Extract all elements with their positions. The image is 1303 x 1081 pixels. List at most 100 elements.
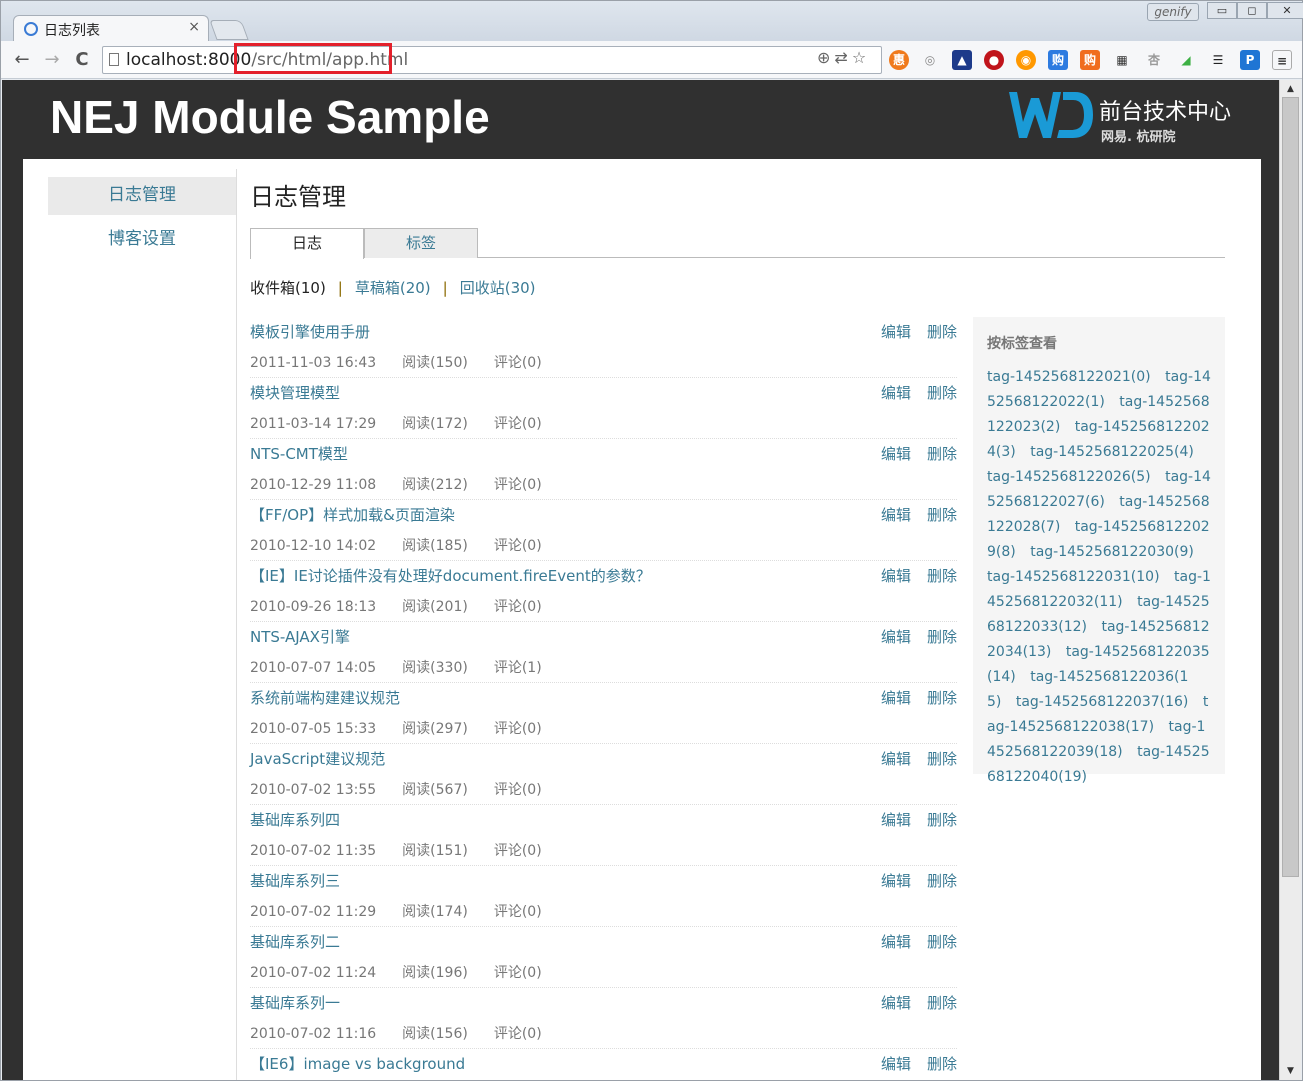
extension-icon[interactable]: ◢: [1176, 50, 1196, 70]
edit-button[interactable]: 编辑: [881, 750, 911, 768]
edit-button[interactable]: 编辑: [881, 811, 911, 829]
extension-icon[interactable]: P: [1240, 50, 1260, 70]
delete-button[interactable]: 删除: [927, 445, 957, 463]
user-profile-badge[interactable]: genify: [1147, 3, 1199, 21]
extension-icon[interactable]: 惠: [889, 50, 909, 70]
post-read-count: 阅读(567): [402, 782, 468, 798]
minimize-button[interactable]: ▭: [1207, 2, 1237, 19]
page-content: 日志管理 博客设置 日志管理 日志 标签 收件箱(10) | 草稿箱(20) | 回收站…: [23, 159, 1261, 1080]
page-scrollbar[interactable]: ▲ ▼: [1279, 80, 1301, 1080]
edit-button[interactable]: 编辑: [881, 384, 911, 402]
delete-button[interactable]: 删除: [927, 994, 957, 1012]
delete-button[interactable]: 删除: [927, 384, 957, 402]
delete-button[interactable]: 删除: [927, 872, 957, 890]
post-read-count: 阅读(201): [402, 599, 468, 615]
post-title-link[interactable]: 模板引擎使用手册: [250, 321, 370, 342]
browser-menu-button[interactable]: ≡: [1272, 50, 1292, 70]
post-title-link[interactable]: 【FF/OP】样式加载&页面渲染: [250, 504, 455, 525]
sidebar-item-blog-settings[interactable]: 博客设置: [48, 221, 236, 259]
close-window-button[interactable]: ✕: [1267, 2, 1303, 19]
edit-button[interactable]: 编辑: [881, 933, 911, 951]
post-actions: 编辑 删除: [865, 321, 957, 342]
edit-button[interactable]: 编辑: [881, 323, 911, 341]
edit-button[interactable]: 编辑: [881, 689, 911, 707]
sidebar-item-log-management[interactable]: 日志管理: [48, 177, 236, 215]
edit-button[interactable]: 编辑: [881, 1055, 911, 1073]
extension-icon[interactable]: 购: [1080, 50, 1100, 70]
delete-button[interactable]: 删除: [927, 567, 957, 585]
post-read-count: 阅读(330): [402, 660, 468, 676]
edit-button[interactable]: 编辑: [881, 445, 911, 463]
tag-link[interactable]: tag-1452568122026(5): [987, 469, 1151, 485]
scrollbar-thumb[interactable]: [1282, 97, 1299, 877]
post-title-link[interactable]: 基础库系列四: [250, 809, 340, 830]
reload-button[interactable]: C: [71, 49, 93, 70]
post-row: 【IE】IE讨论插件没有处理好document.fireEvent的参数？ 编辑删…: [250, 561, 957, 622]
zoom-icon[interactable]: ⊕: [817, 48, 834, 67]
qr-code-icon[interactable]: ▦: [1112, 50, 1132, 70]
extension-icon[interactable]: ☰: [1208, 50, 1228, 70]
delete-button[interactable]: 删除: [927, 933, 957, 951]
post-title-link[interactable]: JavaScript建议规范: [250, 748, 385, 769]
tag-link[interactable]: tag-1452568122030(9): [1030, 544, 1194, 560]
tag-link[interactable]: tag-1452568122025(4): [1030, 444, 1194, 460]
post-title-link[interactable]: NTS-CMT模型: [250, 443, 348, 464]
extension-icon[interactable]: ◉: [1016, 50, 1036, 70]
tab-close-icon[interactable]: ×: [188, 19, 200, 35]
delete-button[interactable]: 删除: [927, 323, 957, 341]
extension-icon[interactable]: 购: [1048, 50, 1068, 70]
back-button[interactable]: ←: [11, 49, 33, 70]
bookmark-star-icon[interactable]: ☆: [852, 48, 870, 67]
edit-button[interactable]: 编辑: [881, 872, 911, 890]
tab-logs[interactable]: 日志: [250, 228, 364, 259]
post-date: 2010-07-02 11:16: [250, 1026, 377, 1042]
post-date: 2010-07-05 15:33: [250, 721, 377, 737]
edit-button[interactable]: 编辑: [881, 628, 911, 646]
post-title-link[interactable]: 基础库系列一: [250, 992, 340, 1013]
post-title-link[interactable]: 系统前端构建建议规范: [250, 687, 400, 708]
edit-button[interactable]: 编辑: [881, 567, 911, 585]
translate-icon[interactable]: ⇄: [834, 48, 851, 67]
tag-link[interactable]: tag-1452568122031(10): [987, 569, 1160, 585]
delete-button[interactable]: 删除: [927, 628, 957, 646]
forward-button[interactable]: →: [41, 49, 63, 70]
scroll-up-icon[interactable]: ▲: [1287, 84, 1294, 94]
post-row: 模板引擎使用手册 编辑 删除 2011-11-03 16:43 阅读(150) 评论(0): [250, 317, 957, 378]
post-title-link[interactable]: 【IE6】image vs background: [250, 1053, 465, 1074]
extension-icon[interactable]: ◎: [920, 50, 940, 70]
post-title-link[interactable]: NTS-AJAX引擎: [250, 626, 350, 647]
post-title-link[interactable]: 基础库系列二: [250, 931, 340, 952]
logo-text: 前台技术中心: [1099, 100, 1232, 125]
delete-button[interactable]: 删除: [927, 750, 957, 768]
post-row: NTS-AJAX引擎 编辑 删除 2010-07-07 14:05 阅读(330) 评论(…: [250, 622, 957, 683]
scroll-down-icon[interactable]: ▼: [1287, 1066, 1294, 1076]
extension-icon[interactable]: ▲: [952, 50, 972, 70]
edit-button[interactable]: 编辑: [881, 506, 911, 524]
tab-title: 日志列表: [44, 23, 100, 39]
extension-icon[interactable]: ●: [984, 50, 1004, 70]
post-title-link[interactable]: 基础库系列三: [250, 870, 340, 891]
post-meta: 2010-07-02 11:16 阅读(156) 评论(0): [250, 1023, 568, 1043]
filter-recycle-bin[interactable]: 回收站(30): [460, 279, 536, 297]
address-bar[interactable]: localhost:8000/src/html/app.html: [102, 46, 882, 74]
new-tab-button[interactable]: [209, 20, 249, 40]
edit-button[interactable]: 编辑: [881, 994, 911, 1012]
browser-tab[interactable]: 日志列表 ×: [13, 15, 209, 42]
delete-button[interactable]: 删除: [927, 811, 957, 829]
post-title-link[interactable]: 模块管理模型: [250, 382, 340, 403]
filter-inbox[interactable]: 收件箱(10): [250, 279, 326, 297]
extension-icon[interactable]: 杏: [1144, 50, 1164, 70]
maximize-button[interactable]: ◻: [1237, 2, 1267, 19]
post-title-link[interactable]: 【IE】IE讨论插件没有处理好document.fireEvent的参数？: [250, 565, 651, 586]
delete-button[interactable]: 删除: [927, 689, 957, 707]
post-comment-count: 评论(0): [493, 965, 542, 981]
folder-filters: 收件箱(10) | 草稿箱(20) | 回收站(30): [250, 277, 536, 298]
post-date: 2010-07-02 11:35: [250, 843, 377, 859]
delete-button[interactable]: 删除: [927, 506, 957, 524]
delete-button[interactable]: 删除: [927, 1055, 957, 1073]
post-read-count: 阅读(212): [402, 477, 468, 493]
tag-link[interactable]: tag-1452568122037(16): [1016, 694, 1189, 710]
tag-link[interactable]: tag-1452568122021(0): [987, 369, 1151, 385]
tab-tags[interactable]: 标签: [364, 228, 478, 258]
filter-drafts[interactable]: 草稿箱(20): [355, 279, 431, 297]
